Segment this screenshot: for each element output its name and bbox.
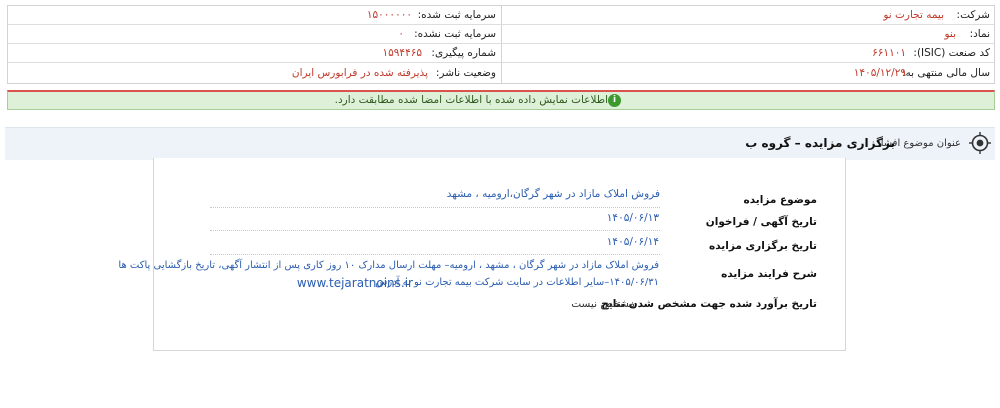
company-label: شرکت: <box>956 9 990 21</box>
process-line-1: فروش املاک مازاد در شهر گرگان ، مشهد ، ا… <box>118 260 659 271</box>
symbol-value: بنو <box>944 28 956 40</box>
isic-value: ۶۶۱۱۰۱ <box>872 47 906 59</box>
info-row-fiscal: سال مالی منتهی به: ۱۴۰۵/۱۲/۲۹ وضعیت ناشر… <box>8 64 994 83</box>
announcement-date-label: تاریخ آگهی / فراخوان <box>705 216 817 228</box>
auction-subject-label: موضوع مزایده <box>743 194 817 206</box>
info-row-isic: کد صنعت (ISIC): ۶۶۱۱۰۱ شماره پیگیری: ۱۵۹… <box>8 44 994 63</box>
auction-date-label: تاریخ برگزاری مزایده <box>709 240 817 252</box>
detail-separator <box>210 230 660 231</box>
auction-subject-value: فروش املاک مازاد در شهر گرگان،ارومیه ، م… <box>446 188 660 200</box>
unregistered-capital-label: سرمایه ثبت نشده: <box>414 28 496 40</box>
disclosure-subject-bar: عنوان موضوع افشا: برگزاری مزایده – گروه … <box>5 127 995 160</box>
estimated-date-value: مشخص نیست <box>571 298 635 310</box>
target-icon <box>969 132 991 154</box>
symbol-label: نماد: <box>969 28 990 40</box>
auction-date-value: ۱۴۰۵/۰۶/۱۴ <box>606 236 659 248</box>
registered-capital-value: ۱۵۰۰۰۰۰۰ <box>366 9 412 21</box>
detail-separator <box>210 207 660 208</box>
isic-label: کد صنعت (ISIC): <box>913 47 990 59</box>
notice-text: اطلاعات نمایش داده شده با اطلاعات امضا ش… <box>334 94 608 106</box>
fiscal-value: ۱۴۰۵/۱۲/۲۹ <box>853 67 906 79</box>
subject-bar-divider <box>5 127 995 128</box>
info-icon: i <box>608 94 621 107</box>
subject-title: برگزاری مزایده – گروه ب <box>745 136 895 150</box>
announcement-date-value: ۱۴۰۵/۰۶/۱۳ <box>606 212 659 224</box>
registered-capital-label: سرمایه ثبت شده: <box>417 9 496 21</box>
publisher-status-label: وضعیت ناشر: <box>435 67 496 79</box>
process-line-2: ۱۴۰۵/۰۶/۳۱–سایر اطلاعات در سایت شرکت بیم… <box>375 277 659 288</box>
tracking-value: ۱۵۹۴۴۶۵ <box>382 47 422 59</box>
website-link[interactable]: www.tejaratnoins.ir <box>297 276 413 290</box>
detail-separator <box>210 254 660 255</box>
publisher-status-value: پذیرفته شده در فرابورس ایران <box>291 67 428 79</box>
info-row-symbol: نماد: بنو سرمایه ثبت نشده: ۰ <box>8 25 994 44</box>
company-value: بیمه تجارت نو <box>883 9 944 21</box>
tracking-label: شماره پیگیری: <box>431 47 496 59</box>
auction-details-panel: فروش املاک مازاد در شهر گرگان،ارومیه ، م… <box>118 158 846 351</box>
process-label: شرح فرایند مزایده <box>721 268 817 280</box>
company-info-table: شرکت: بیمه تجارت نو سرمایه ثبت شده: ۱۵۰۰… <box>7 5 995 84</box>
fiscal-label: سال مالی منتهی به: <box>901 67 990 79</box>
info-row-company: شرکت: بیمه تجارت نو سرمایه ثبت شده: ۱۵۰۰… <box>8 6 994 25</box>
verification-notice: i اطلاعات نمایش داده شده با اطلاعات امضا… <box>7 90 995 110</box>
unregistered-capital-value: ۰ <box>398 28 404 40</box>
